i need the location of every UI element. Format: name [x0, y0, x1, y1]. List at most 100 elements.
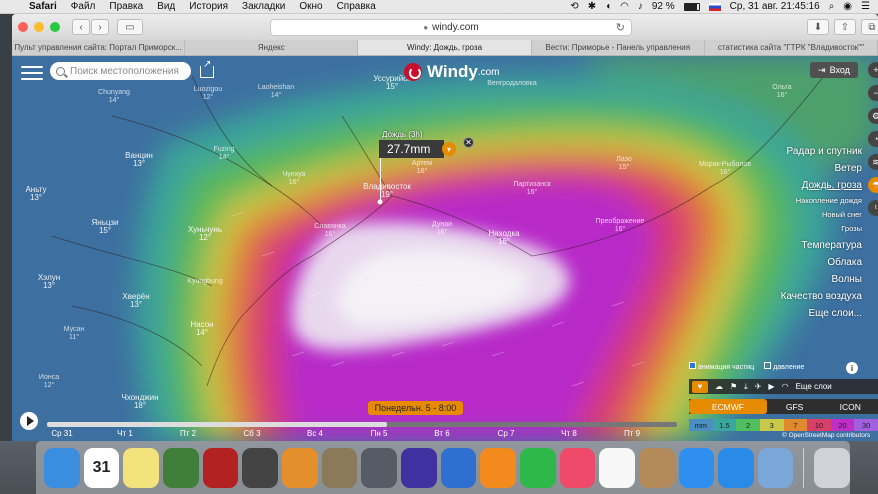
precipitation-popup[interactable]: 27.7mm	[379, 140, 444, 158]
webcam-icon[interactable]: ▶	[768, 382, 774, 391]
share-icon[interactable]	[200, 59, 214, 78]
settings-icon[interactable]: ⚙	[868, 108, 878, 124]
city-label[interactable]: Ионса 12°	[39, 374, 59, 390]
menu-app-name[interactable]: Safari	[22, 1, 64, 12]
keynote-charts-icon[interactable]	[162, 447, 199, 488]
layer-item[interactable]: Волны	[831, 274, 862, 285]
facetime-icon[interactable]	[519, 447, 556, 488]
city-label[interactable]: Мусан 11°	[64, 326, 85, 342]
pressure-toggle[interactable]: давление	[764, 362, 804, 371]
flag-icon[interactable]: ⚑	[730, 382, 737, 391]
music-icon[interactable]	[559, 447, 596, 488]
model-gfs[interactable]: GFS	[767, 399, 823, 414]
layer-item[interactable]: Ветер	[835, 163, 863, 174]
weather-map[interactable]: Chunyang 14° Luozigou 12° Laoheishan 14° Уссур…	[12, 56, 878, 441]
timeline-day[interactable]: Чт 1	[117, 429, 133, 438]
city-label[interactable]: Kyungbung	[187, 278, 222, 286]
tabs-overview-button[interactable]: ⧉	[861, 19, 878, 35]
eagle-icon[interactable]	[321, 447, 358, 488]
siri-icon[interactable]	[400, 447, 437, 488]
city-label[interactable]: Хуньчунь 12°	[188, 226, 222, 242]
layer-item[interactable]: Облака	[827, 257, 862, 268]
popup-close-icon[interactable]: ✕	[463, 137, 474, 148]
more-layers-label[interactable]: Еще слои	[796, 382, 832, 391]
city-label[interactable]: Партизанск 16°	[513, 181, 550, 197]
timeline-day[interactable]: Ср 31	[51, 429, 72, 438]
layer-item[interactable]: Еще слои...	[808, 308, 862, 319]
city-label[interactable]: Находка 16°	[488, 230, 519, 246]
menu-bookmarks[interactable]: Закладки	[235, 1, 292, 12]
time-machine-icon[interactable]: ⟲	[570, 1, 578, 12]
menu-window[interactable]: Окно	[292, 1, 329, 12]
contacts-icon[interactable]	[638, 447, 675, 488]
main-menu-icon[interactable]	[21, 66, 43, 82]
safari-icon[interactable]	[718, 447, 754, 488]
downloads-button[interactable]: ⬇	[807, 19, 829, 35]
timeline-day[interactable]: Пт 9	[624, 429, 640, 438]
volume-level-icon[interactable]: ♪	[638, 1, 643, 12]
map-attribution[interactable]: © OpenStreetMap contributors	[782, 432, 870, 439]
wind-icon[interactable]: ≋	[868, 154, 878, 170]
tab-portal-dashboard[interactable]: Пульт управления сайта: Портал Приморск.…	[12, 40, 186, 55]
back-button[interactable]: ‹	[72, 19, 90, 35]
menu-history[interactable]: История	[182, 1, 235, 12]
model-ecmwf[interactable]: ECMWF	[689, 399, 767, 414]
timeline-day[interactable]: Вт 6	[434, 429, 449, 438]
info-icon[interactable]: i	[846, 362, 858, 374]
popup-expand-icon[interactable]: ▾	[442, 142, 456, 156]
city-label[interactable]: Аньту 13°	[25, 186, 46, 202]
city-label[interactable]: Славянка 16°	[314, 223, 345, 239]
menu-view[interactable]: Вид	[150, 1, 182, 12]
share-button[interactable]: ⇧	[834, 19, 856, 35]
notification-center-icon[interactable]: ☰	[861, 1, 870, 12]
particles-toggle[interactable]: анимация частиц	[689, 362, 754, 371]
plane-icon[interactable]: ✈	[755, 382, 762, 391]
battery-percent[interactable]: 92 %	[652, 1, 675, 12]
pin-icon[interactable]: ⤓	[744, 382, 748, 392]
zoom-in-icon[interactable]: +	[868, 62, 878, 78]
siri-icon[interactable]: ◉	[843, 1, 852, 12]
timeline-track[interactable]	[47, 422, 677, 427]
bluetooth-icon[interactable]: ✱	[588, 1, 596, 12]
play-button[interactable]	[20, 412, 38, 430]
city-label[interactable]: Насон 14°	[190, 321, 213, 337]
appstore-icon[interactable]	[678, 447, 715, 488]
menu-edit[interactable]: Правка	[102, 1, 150, 12]
city-label[interactable]: Чхонджин 18°	[121, 394, 158, 410]
reload-icon[interactable]: ↻	[616, 21, 625, 34]
city-label[interactable]: Хверён 13°	[122, 293, 149, 309]
city-label[interactable]: Хэлун 13°	[38, 274, 60, 290]
layer-item[interactable]: Накопление дождя	[796, 196, 862, 205]
radar-icon[interactable]: ◔	[868, 131, 878, 147]
trash-icon[interactable]	[814, 447, 851, 488]
battery-icon[interactable]	[683, 2, 700, 11]
model-icon[interactable]: ICON	[822, 399, 878, 414]
layer-item[interactable]: Радар и спутник	[787, 146, 862, 157]
address-bar[interactable]: ● windy.com ↻	[270, 19, 632, 36]
particles-checkbox[interactable]	[689, 362, 696, 369]
menu-help[interactable]: Справка	[330, 1, 383, 12]
login-button[interactable]: ⇥ Вход	[810, 62, 858, 78]
keynote-icon[interactable]	[440, 447, 477, 488]
menu-file[interactable]: Файл	[64, 1, 103, 12]
city-label[interactable]: Chunyang 14°	[98, 89, 130, 105]
window-close-button[interactable]	[18, 22, 28, 32]
launchpad-icon[interactable]	[361, 447, 397, 488]
tab-yandex[interactable]: Яндекс	[185, 40, 359, 55]
city-label[interactable]: Чунхуа 16°	[283, 171, 306, 187]
input-source-flag-icon[interactable]	[708, 2, 721, 11]
city-label[interactable]: Laoheishan 14°	[258, 84, 294, 100]
pages-icon[interactable]	[281, 447, 318, 488]
zoom-out-icon[interactable]: −	[868, 85, 878, 101]
wind-gust-icon[interactable]: ☁	[715, 382, 723, 391]
pressure-checkbox[interactable]	[764, 362, 772, 369]
timeline-day[interactable]: Пт 2	[180, 429, 196, 438]
city-label[interactable]: Fuzing 14°	[213, 146, 234, 162]
volume-icon[interactable]: ◖	[605, 1, 611, 12]
city-label[interactable]: Дунаи 16°	[432, 221, 452, 237]
timeline-day[interactable]: Сб 3	[243, 429, 260, 438]
spotlight-icon[interactable]: ⌕	[829, 1, 835, 12]
books-icon[interactable]	[480, 447, 516, 488]
layer-item[interactable]: Грозы	[841, 224, 862, 233]
sidebar-toggle-button[interactable]: ▭	[117, 19, 143, 35]
